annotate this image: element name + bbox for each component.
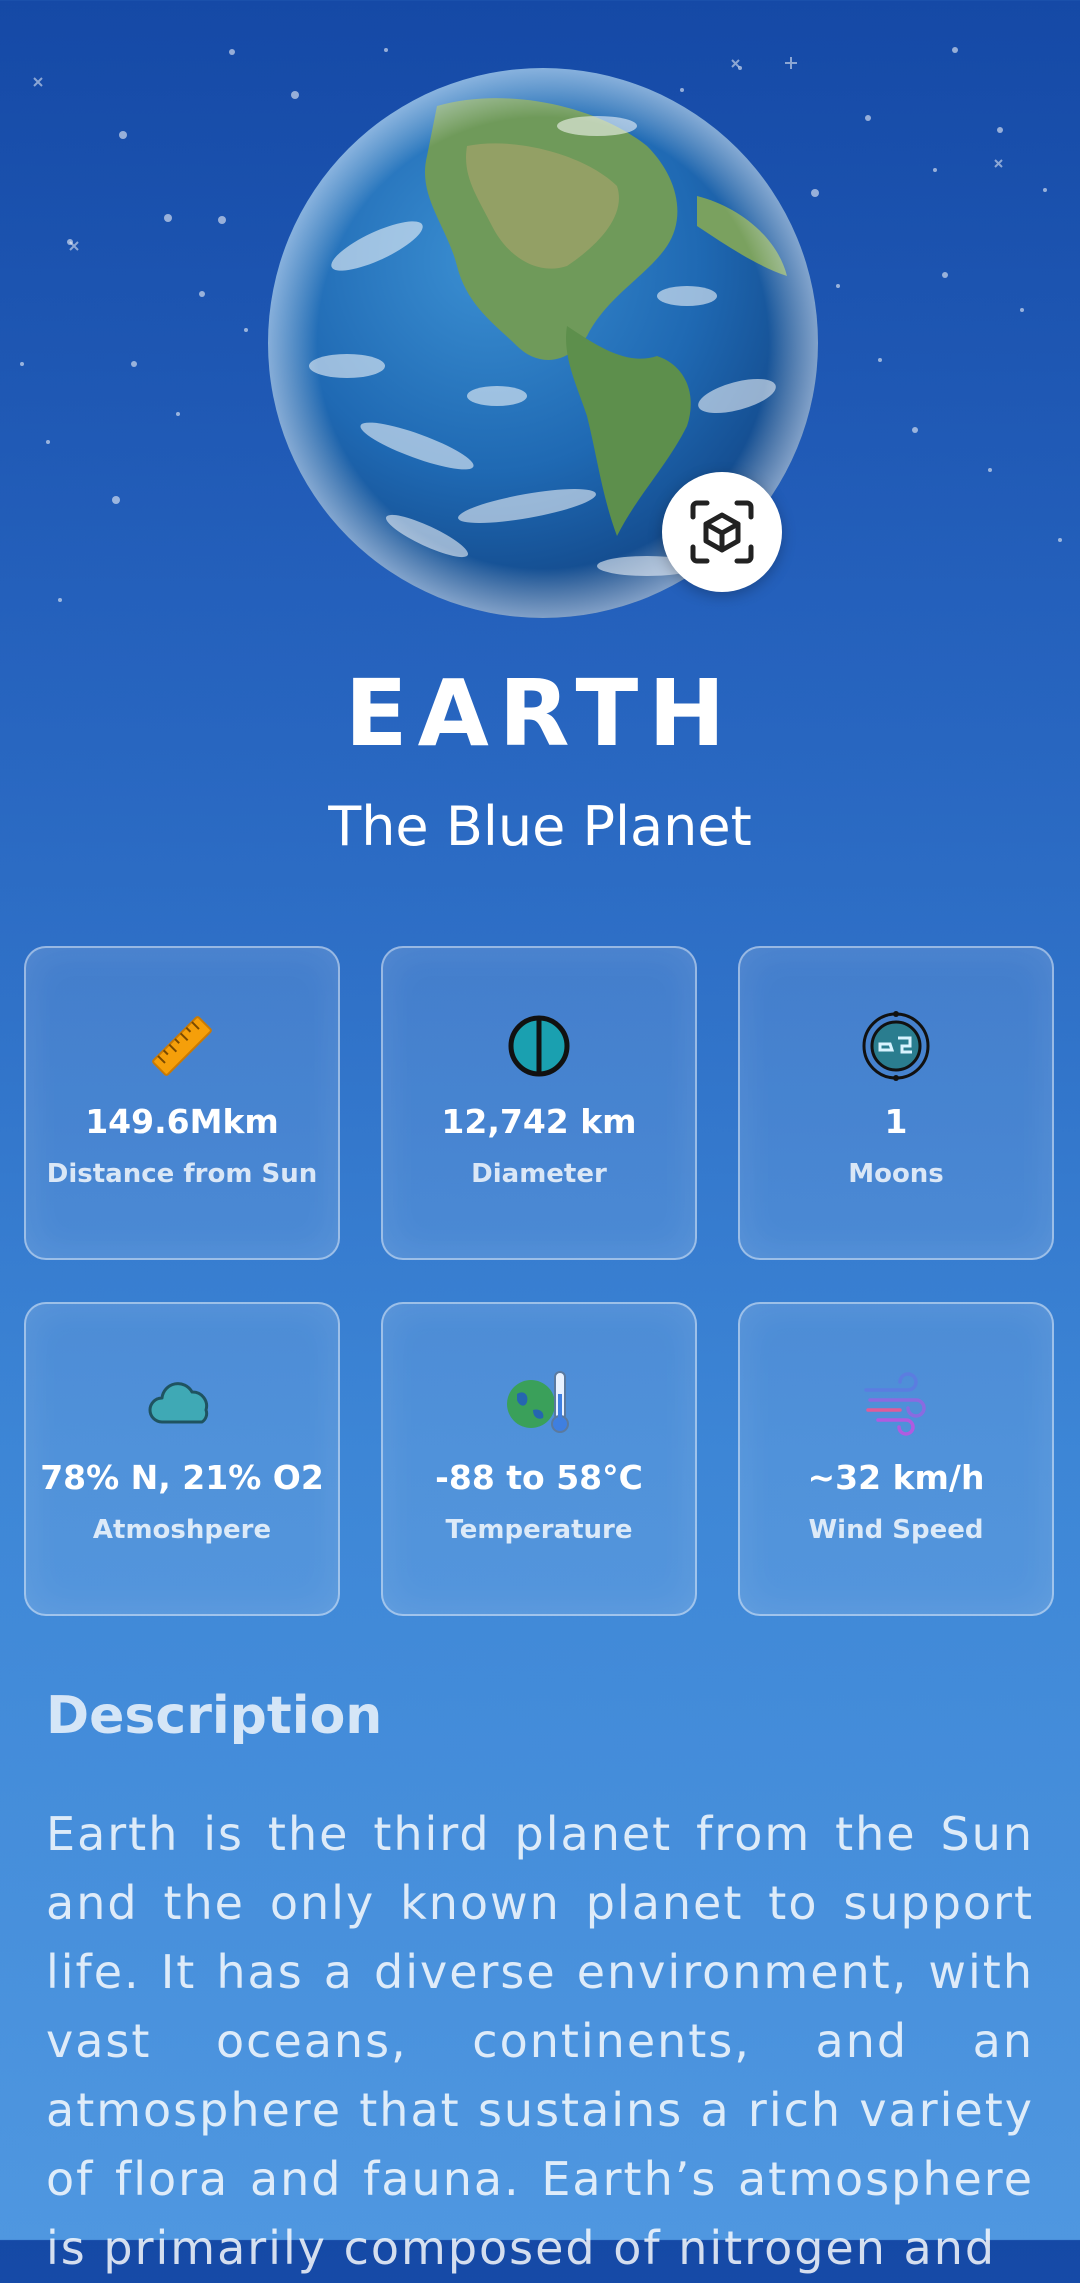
planet-title: EARTH <box>344 660 736 767</box>
stat-value: ~32 km/h <box>807 1458 985 1497</box>
stat-value: 12,742 km <box>441 1102 637 1141</box>
ar-view-button[interactable] <box>662 472 782 592</box>
stat-label: Temperature <box>445 1515 633 1545</box>
ruler-icon <box>152 1016 212 1076</box>
stat-label: Wind Speed <box>808 1515 984 1545</box>
stat-card-distance: 149.6Mkm Distance from Sun <box>24 946 340 1260</box>
stat-label: Atmoshpere <box>92 1515 272 1545</box>
cloud-icon <box>148 1382 209 1424</box>
stat-value: 1 <box>884 1102 908 1141</box>
stat-label: Distance from Sun <box>46 1159 318 1189</box>
ar-cube-icon <box>690 500 754 564</box>
stat-card-wind: ~32 km/h Wind Speed <box>738 1302 1054 1616</box>
stat-value: 149.6Mkm <box>85 1102 279 1141</box>
stat-label: Diameter <box>471 1159 607 1189</box>
stat-card-diameter: 12,742 km Diameter <box>381 946 697 1260</box>
diameter-icon <box>508 1015 570 1077</box>
thermometer-earth-icon <box>507 1371 569 1433</box>
moon-icon <box>862 1011 930 1081</box>
stat-value: 78% N, 21% O2 <box>40 1458 324 1497</box>
planet-subtitle: The Blue Planet <box>328 795 752 858</box>
stat-card-moons: 1 Moons <box>738 946 1054 1260</box>
stat-card-atmosphere: 78% N, 21% O2 Atmoshpere <box>24 1302 340 1616</box>
wind-icon <box>864 1372 926 1436</box>
description-heading: Description <box>46 1686 383 1746</box>
stat-value: -88 to 58°C <box>435 1458 643 1497</box>
stat-card-temperature: -88 to 58°C Temperature <box>381 1302 697 1616</box>
stat-label: Moons <box>848 1159 944 1189</box>
description-text: Earth is the third planet from the Sun a… <box>46 1807 1034 2275</box>
